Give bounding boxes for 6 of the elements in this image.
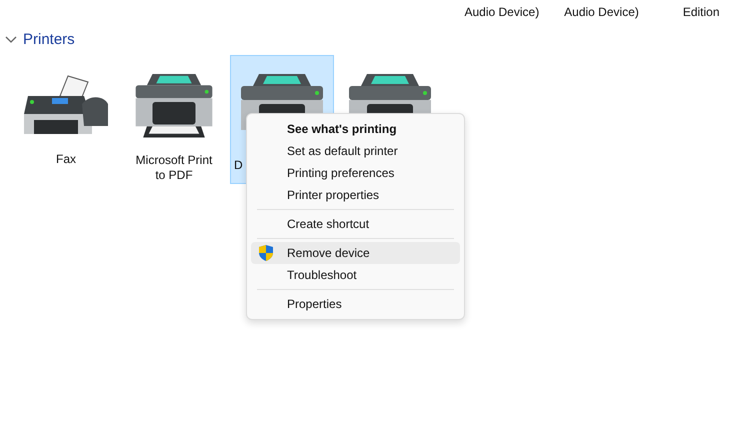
device-label: D bbox=[234, 158, 244, 173]
device-label: Edition bbox=[682, 5, 721, 21]
device-label: Fax bbox=[54, 152, 77, 167]
device-label: Audio Device) bbox=[463, 5, 540, 21]
device-label: Microsoft Print to PDF bbox=[134, 153, 214, 183]
device-label: Audio Device) bbox=[563, 5, 640, 21]
